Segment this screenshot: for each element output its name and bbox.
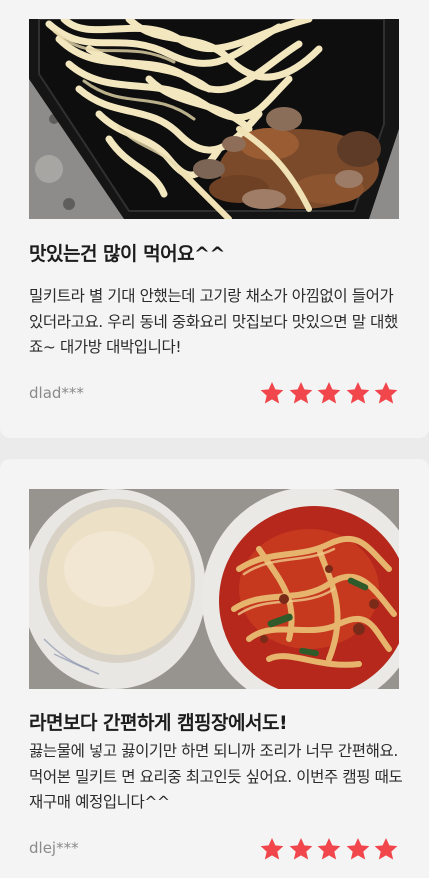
review-title: 맛있는건 많이 먹어요^^ <box>29 243 225 265</box>
star-icon <box>260 381 284 404</box>
review-card: 맛있는건 많이 먹어요^^ 밀키트라 별 기대 안했는데 고기랑 채소가 아낌없… <box>0 0 429 438</box>
star-icon <box>374 837 398 860</box>
star-icon <box>346 837 369 860</box>
review-body: 끓는물에 넣고 끓이기만 하면 되니까 조리가 너무 간편해요. 먹어본 밀키트… <box>29 742 403 811</box>
rating-stars <box>259 380 399 408</box>
star-icon <box>260 837 284 860</box>
star-icon <box>317 837 341 860</box>
star-icon <box>374 381 398 404</box>
star-icon <box>289 837 312 860</box>
review-body: 밀키트라 별 기대 안했는데 고기랑 채소가 아낌없이 들어가 있더라고요. 우… <box>29 287 398 356</box>
review-photo[interactable] <box>29 19 399 219</box>
star-icon <box>289 381 312 404</box>
review-photo[interactable] <box>29 489 399 689</box>
review-author: dlad*** <box>29 384 84 402</box>
review-author: dlej*** <box>29 839 79 857</box>
star-icon <box>346 381 369 404</box>
review-title: 라면보다 간편하게 캠핑장에서도! <box>29 712 288 734</box>
star-icon <box>317 381 341 404</box>
rating-stars <box>259 836 399 864</box>
review-card: 라면보다 간편하게 캠핑장에서도! 끓는물에 넣고 끓이기만 하면 되니까 조리… <box>0 459 429 878</box>
